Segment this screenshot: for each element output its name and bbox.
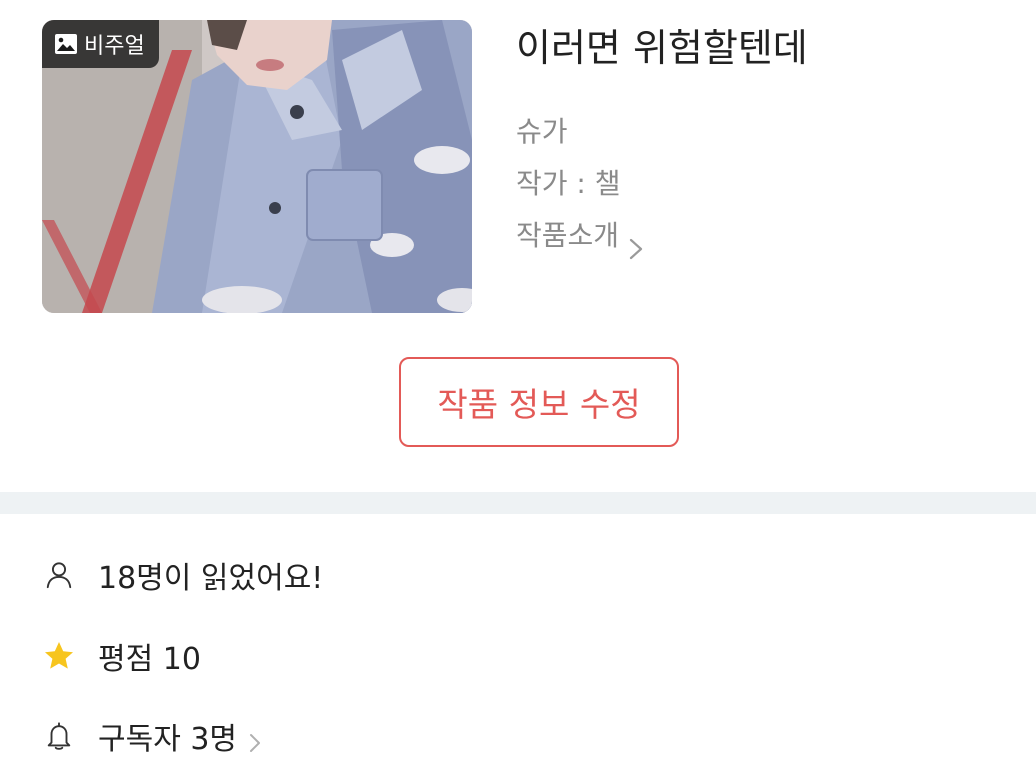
work-subtitle: 슈가 xyxy=(516,115,568,148)
work-info: 이러면 위험할텐데 슈가 작가 : 챌 작품소개 xyxy=(516,20,1016,262)
work-author: 작가 : 챌 xyxy=(516,167,621,200)
work-intro-label: 작품소개 xyxy=(516,219,620,252)
subscribers-text: 구독자 3명 xyxy=(98,722,238,757)
subscribers-stat[interactable]: 구독자 3명 xyxy=(42,714,261,758)
chevron-right-icon xyxy=(249,726,261,752)
rating-stat: 평점 10 xyxy=(42,634,201,678)
readers-stat: 18명이 읽었어요! xyxy=(42,553,323,597)
section-divider xyxy=(0,492,1036,514)
work-intro-link[interactable]: 작품소개 xyxy=(516,210,1016,262)
work-title: 이러면 위험할텐데 xyxy=(516,26,808,70)
star-icon xyxy=(42,639,76,673)
readers-text: 18명이 읽었어요! xyxy=(98,561,324,596)
person-icon xyxy=(42,558,76,592)
cover-image[interactable]: 비주얼 xyxy=(42,20,472,313)
bell-icon xyxy=(42,719,76,753)
visual-badge-label: 비주얼 xyxy=(84,34,145,59)
edit-work-info-button[interactable]: 작품 정보 수정 xyxy=(399,357,679,447)
rating-text: 평점 10 xyxy=(98,642,201,677)
work-detail-page: 비주얼 이러면 위험할텐데 슈가 작가 : 챌 작품소개 작품 정보 수정 18… xyxy=(0,0,1036,777)
image-icon xyxy=(54,32,78,56)
visual-badge: 비주얼 xyxy=(42,20,159,68)
chevron-right-icon xyxy=(629,225,643,260)
